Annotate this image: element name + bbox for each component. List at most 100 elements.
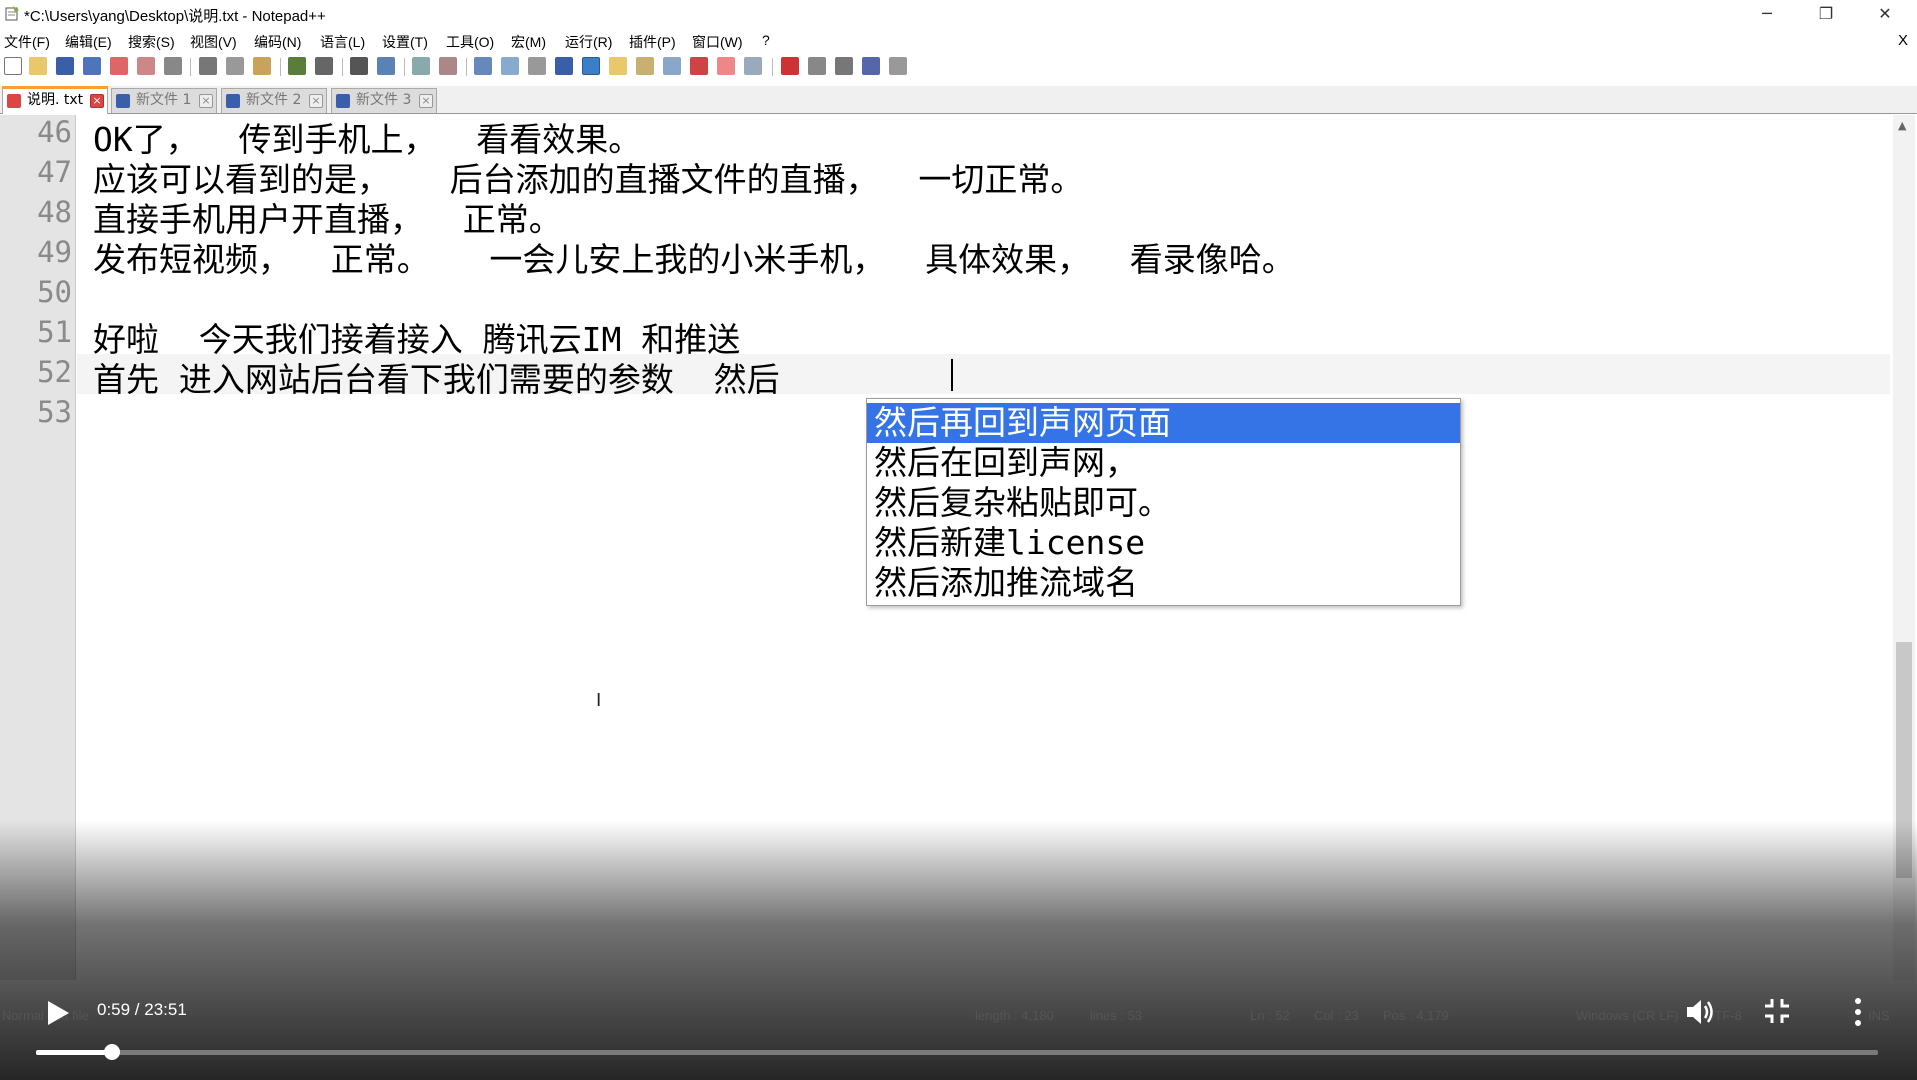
menu-macro[interactable]: 宏(M) bbox=[511, 32, 546, 52]
run-macro-multiple-icon[interactable] bbox=[862, 57, 880, 75]
cut-icon[interactable] bbox=[199, 57, 217, 75]
status-lines: lines : 53 bbox=[1090, 1008, 1143, 1023]
status-pos: Pos : 4,179 bbox=[1383, 1008, 1449, 1023]
doc-list-icon[interactable] bbox=[663, 57, 681, 75]
sync-horizontal-icon[interactable] bbox=[501, 57, 519, 75]
menu-view[interactable]: 视图(V) bbox=[190, 32, 237, 52]
line-number: 50 bbox=[37, 275, 72, 309]
autocomplete-item[interactable]: 然后复杂粘贴即可。 bbox=[867, 483, 1460, 523]
autocomplete-item[interactable]: 然后新建license bbox=[867, 523, 1460, 563]
word-wrap-icon[interactable] bbox=[528, 57, 546, 75]
play-icon[interactable] bbox=[44, 998, 72, 1028]
close-window-button[interactable]: ✕ bbox=[1857, 0, 1913, 28]
menu-plugins[interactable]: 插件(P) bbox=[629, 32, 676, 52]
menu-search[interactable]: 搜索(S) bbox=[128, 32, 175, 52]
menu-encoding[interactable]: 编码(N) bbox=[254, 32, 301, 52]
tab-shuoming[interactable]: 说明. txt × bbox=[2, 86, 108, 114]
status-bar: Normal text file length : 4,180 lines : … bbox=[0, 1005, 1917, 1027]
video-progress-bar[interactable] bbox=[36, 1044, 1878, 1060]
more-options-icon[interactable] bbox=[1848, 994, 1868, 1030]
save-macro-icon[interactable] bbox=[889, 57, 907, 75]
mouse-ibeam-cursor-icon: I bbox=[596, 690, 602, 711]
monitoring-icon[interactable] bbox=[717, 57, 735, 75]
redo-icon[interactable] bbox=[315, 57, 333, 75]
menu-settings[interactable]: 设置(T) bbox=[382, 32, 428, 52]
copy-icon[interactable] bbox=[226, 57, 244, 75]
tab-close-icon[interactable]: × bbox=[199, 94, 213, 108]
close-all-icon[interactable] bbox=[137, 57, 155, 75]
doc-map-icon[interactable] bbox=[636, 57, 654, 75]
volume-icon[interactable] bbox=[1682, 994, 1718, 1030]
undo-icon[interactable] bbox=[288, 57, 306, 75]
toolbar bbox=[0, 55, 1917, 81]
title-bar: *C:\Users\yang\Desktop\说明.txt - Notepad+… bbox=[0, 0, 1917, 28]
tab-close-icon[interactable]: × bbox=[419, 94, 433, 108]
close-document-button[interactable]: X bbox=[1898, 32, 1908, 49]
unsaved-file-icon bbox=[7, 94, 21, 108]
menu-tools[interactable]: 工具(O) bbox=[446, 32, 494, 52]
text-caret bbox=[951, 359, 953, 391]
status-eol: Windows (CR LF) bbox=[1576, 1008, 1679, 1023]
stop-macro-icon[interactable] bbox=[808, 57, 826, 75]
sync-vertical-icon[interactable] bbox=[474, 57, 492, 75]
tab-close-icon[interactable]: × bbox=[309, 94, 323, 108]
status-insert-mode: INS bbox=[1868, 1008, 1890, 1023]
menu-window[interactable]: 窗口(W) bbox=[692, 32, 743, 52]
line-number: 51 bbox=[37, 315, 72, 349]
tab-close-icon[interactable]: × bbox=[90, 94, 104, 108]
menu-file[interactable]: 文件(F) bbox=[4, 32, 50, 52]
menu-bar: 文件(F) 编辑(E) 搜索(S) 视图(V) 编码(N) 语言(L) 设置(T… bbox=[0, 29, 1917, 53]
find-icon[interactable] bbox=[350, 57, 368, 75]
window-title: *C:\Users\yang\Desktop\说明.txt - Notepad+… bbox=[24, 8, 326, 25]
maximize-button[interactable]: ❐ bbox=[1798, 0, 1854, 28]
scroll-up-arrow-icon[interactable]: ▲ bbox=[1898, 119, 1906, 132]
record-macro-icon[interactable] bbox=[781, 57, 799, 75]
print-icon[interactable] bbox=[164, 57, 182, 75]
video-timecode: 0:59 / 23:51 bbox=[97, 1000, 187, 1019]
tab-new-file-2[interactable]: 新文件 2 × bbox=[221, 88, 327, 113]
folder-as-workspace-icon[interactable] bbox=[609, 57, 627, 75]
tab-new-file-3[interactable]: 新文件 3 × bbox=[331, 88, 437, 113]
exit-fullscreen-icon[interactable] bbox=[1762, 996, 1792, 1026]
progress-played bbox=[36, 1050, 112, 1055]
tab-new-file-1[interactable]: 新文件 1 × bbox=[111, 88, 217, 113]
close-file-icon[interactable] bbox=[110, 57, 128, 75]
progress-scrubber-handle[interactable] bbox=[103, 1044, 120, 1060]
tab-label: 新文件 3 bbox=[356, 92, 412, 108]
open-folder-icon[interactable] bbox=[29, 57, 47, 75]
minimize-button[interactable]: ─ bbox=[1739, 0, 1795, 28]
tab-label: 新文件 2 bbox=[246, 92, 302, 108]
status-length: length : 4,180 bbox=[975, 1008, 1054, 1023]
menu-edit[interactable]: 编辑(E) bbox=[65, 32, 112, 52]
text-line[interactable]: 发布短视频， 正常。 一会儿安上我的小米手机， 具体效果， 看录像哈。 bbox=[93, 233, 1295, 281]
view-icon[interactable] bbox=[744, 57, 762, 75]
replace-icon[interactable] bbox=[377, 57, 395, 75]
video-controls-overlay bbox=[0, 820, 1917, 1080]
save-all-icon[interactable] bbox=[83, 57, 101, 75]
saved-file-icon bbox=[336, 94, 350, 108]
indent-guide-icon[interactable] bbox=[582, 57, 600, 75]
play-macro-icon[interactable] bbox=[835, 57, 853, 75]
show-all-chars-icon[interactable] bbox=[555, 57, 573, 75]
function-list-icon[interactable] bbox=[690, 57, 708, 75]
text-line[interactable]: 首先 进入网站后台看下我们需要的参数 然后 bbox=[93, 353, 780, 401]
paste-icon[interactable] bbox=[253, 57, 271, 75]
line-number: 47 bbox=[37, 155, 72, 189]
menu-language[interactable]: 语言(L) bbox=[320, 32, 365, 52]
zoom-in-icon[interactable] bbox=[412, 57, 430, 75]
status-ln: Ln : 52 bbox=[1250, 1008, 1290, 1023]
new-file-icon[interactable] bbox=[4, 57, 22, 75]
tab-label: 新文件 1 bbox=[136, 92, 192, 108]
line-number: 52 bbox=[37, 355, 72, 389]
zoom-out-icon[interactable] bbox=[439, 57, 457, 75]
line-number: 49 bbox=[37, 235, 72, 269]
autocomplete-item[interactable]: 然后添加推流域名 bbox=[867, 563, 1460, 603]
menu-help[interactable]: ? bbox=[762, 32, 770, 48]
autocomplete-list: 然后再回到声网页面 然后在回到声网， 然后复杂粘贴即可。 然后新建license… bbox=[866, 398, 1461, 606]
menu-run[interactable]: 运行(R) bbox=[565, 32, 612, 52]
tab-bar: 说明. txt × 新文件 1 × 新文件 2 × 新文件 3 × bbox=[0, 86, 1917, 114]
autocomplete-item[interactable]: 然后在回到声网， bbox=[867, 443, 1460, 483]
autocomplete-item-selected[interactable]: 然后再回到声网页面 bbox=[867, 403, 1460, 443]
saved-file-icon bbox=[226, 94, 240, 108]
save-icon[interactable] bbox=[56, 57, 74, 75]
